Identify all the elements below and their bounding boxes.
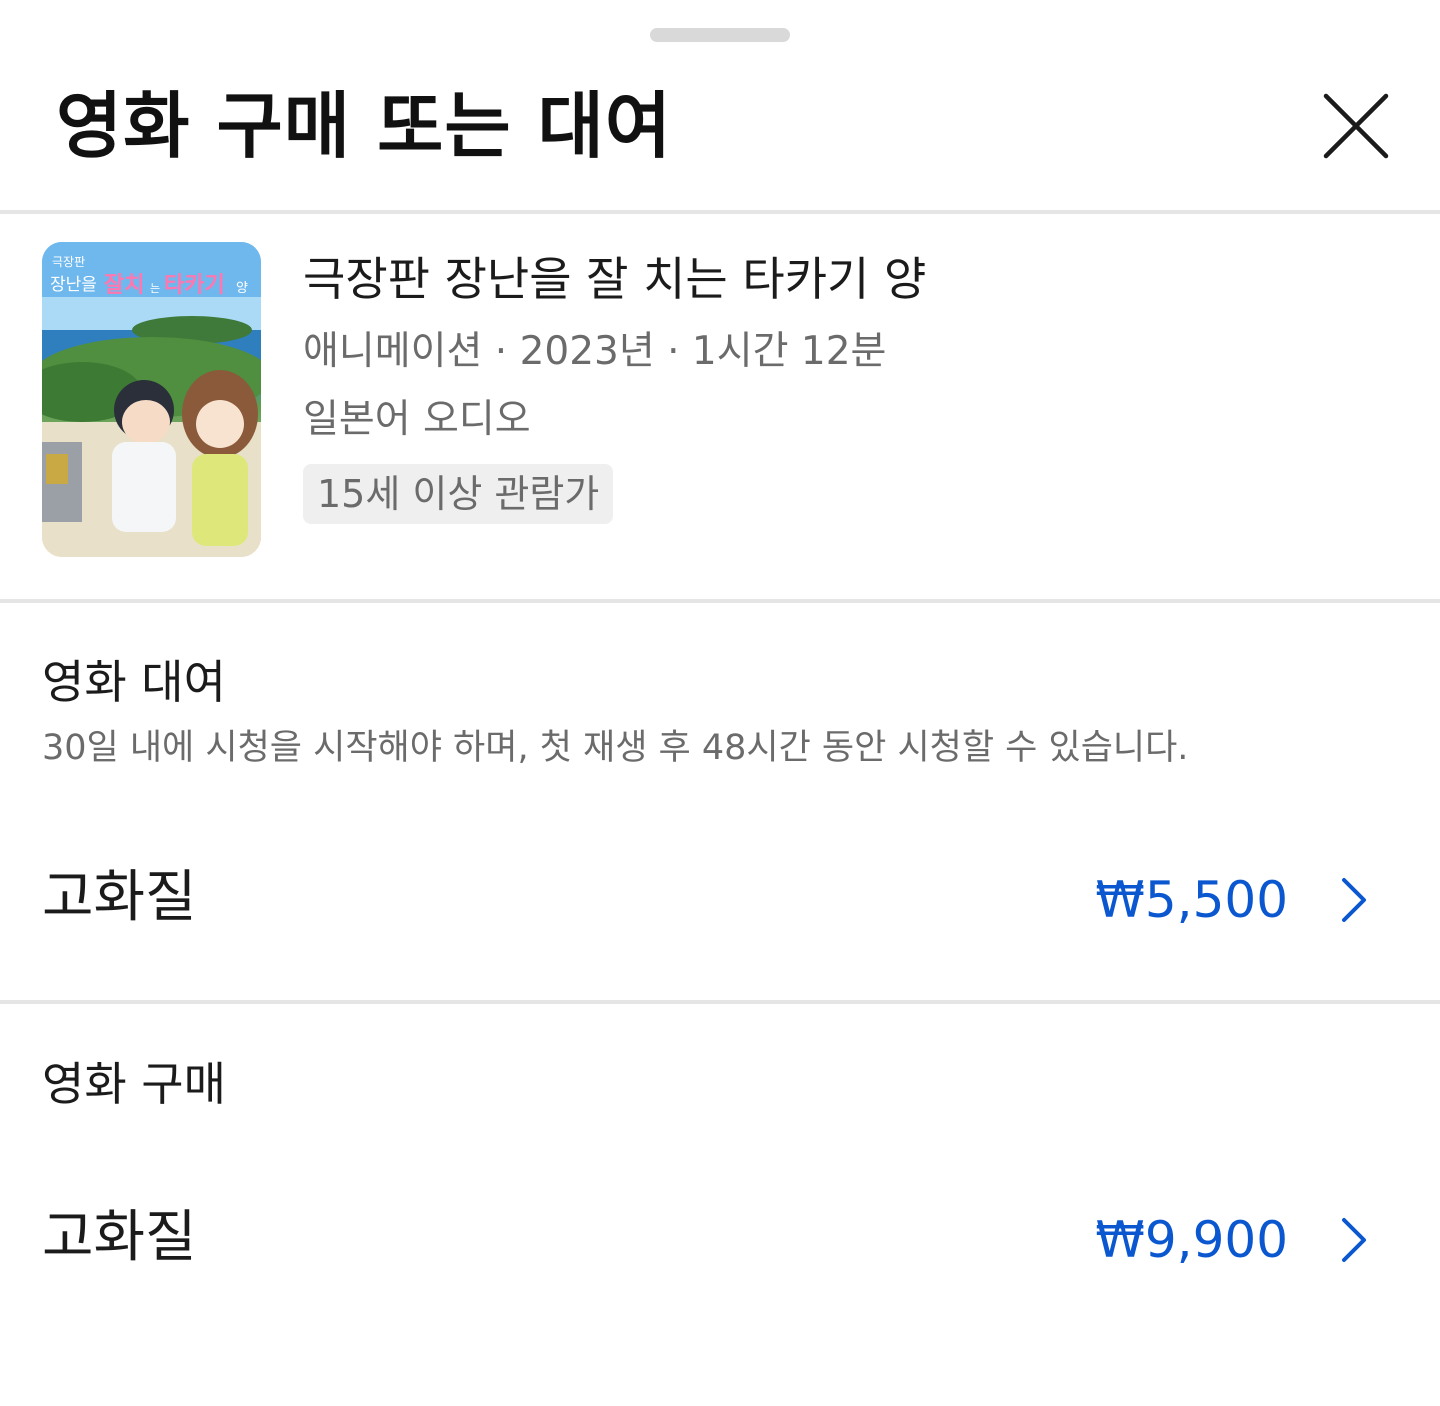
buy-hd-label: 고화질 xyxy=(42,1205,197,1270)
poster-title-d: 타카기 xyxy=(164,273,225,298)
rent-section-title: 영화 대여 xyxy=(42,655,226,709)
rent-description: 30일 내에 시청을 시작해야 하며, 첫 재생 후 48시간 동안 시청할 수… xyxy=(42,728,1189,768)
poster-title-c: 는 xyxy=(150,282,160,295)
poster-title-b: 잘치 xyxy=(104,273,144,298)
movie-info-divider xyxy=(0,599,1440,603)
chevron-right-icon xyxy=(1330,1214,1378,1266)
age-rating-badge: 15세 이상 관람가 xyxy=(303,464,614,524)
bottom-sheet: 영화 구매 또는 대여 극장판 장난을 잘치 는 타카기 양 극장판 장난을 잘… xyxy=(0,0,1440,1406)
poster-title-line1: 극장판 xyxy=(52,255,85,269)
poster-title-e: 양 xyxy=(236,281,248,296)
rent-hd-price: ₩5,500 xyxy=(1095,871,1288,929)
rent-hd-option[interactable]: 고화질 ₩5,500 xyxy=(0,828,1440,968)
section-divider xyxy=(0,1000,1440,1004)
rent-hd-label: 고화질 xyxy=(42,865,197,930)
sheet-title: 영화 구매 또는 대여 xyxy=(56,84,673,168)
chevron-right-icon xyxy=(1330,874,1378,926)
movie-meta: 애니메이션 · 2023년 · 1시간 12분 xyxy=(303,329,887,374)
buy-hd-option[interactable]: 고화질 ₩9,900 xyxy=(0,1168,1440,1308)
header-divider xyxy=(0,210,1440,214)
poster-title-a: 장난을 xyxy=(50,275,97,295)
close-icon xyxy=(1323,93,1389,159)
movie-poster: 극장판 장난을 잘치 는 타카기 양 xyxy=(42,242,261,557)
drag-handle[interactable] xyxy=(650,28,790,42)
buy-section-title: 영화 구매 xyxy=(42,1057,226,1111)
movie-title: 극장판 장난을 잘 치는 타카기 양 xyxy=(303,252,927,306)
buy-hd-price: ₩9,900 xyxy=(1095,1211,1288,1269)
close-button[interactable] xyxy=(1316,86,1396,166)
movie-audio-language: 일본어 오디오 xyxy=(303,397,531,442)
